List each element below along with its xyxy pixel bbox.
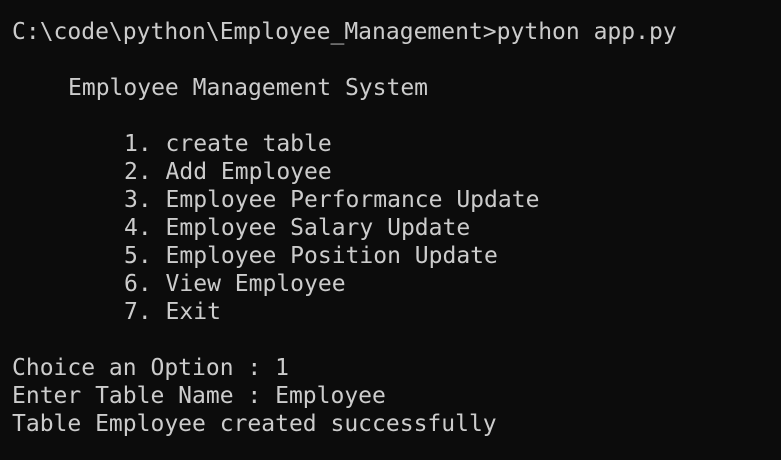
menu-item-view-employee: 6. View Employee <box>124 271 346 297</box>
command-prompt-line: C:\code\python\Employee_Management>pytho… <box>12 19 677 45</box>
table-name-input-line: Enter Table Name : Employee <box>12 383 386 409</box>
success-message: Table Employee created successfully <box>12 411 497 437</box>
choice-input-line: Choice an Option : 1 <box>12 355 289 381</box>
menu-item-position-update: 5. Employee Position Update <box>124 243 498 269</box>
menu-item-create-table: 1. create table <box>124 131 332 157</box>
terminal-window[interactable]: C:\code\python\Employee_Management>pytho… <box>0 0 781 460</box>
menu-item-salary-update: 4. Employee Salary Update <box>124 215 471 241</box>
menu-item-exit: 7. Exit <box>124 299 221 325</box>
menu-list: 1. create table 2. Add Employee 3. Emplo… <box>12 130 781 326</box>
menu-item-add-employee: 2. Add Employee <box>124 159 332 185</box>
menu-item-performance-update: 3. Employee Performance Update <box>124 187 540 213</box>
program-title: Employee Management System <box>68 75 429 101</box>
